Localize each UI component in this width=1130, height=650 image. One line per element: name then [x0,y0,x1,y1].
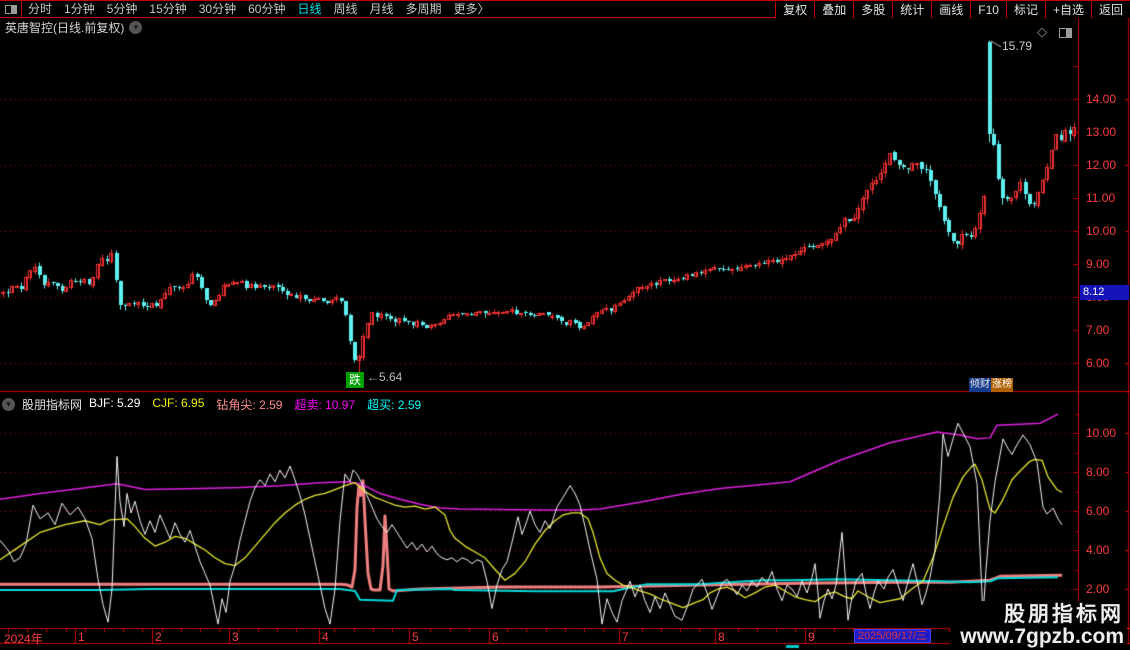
toolbar-right-item-7[interactable]: +自选 [1044,2,1091,18]
last-price-tag: 8.12 [1080,285,1129,301]
toolbar-right-item-5[interactable]: F10 [970,2,1006,18]
indicator-collapse-icon[interactable]: ▾ [2,398,15,411]
period-menu: 分时 1分钟 5分钟 15分钟 30分钟 60分钟 日线 周线 月线 多周期 更多〉 [22,1,496,17]
toolbar-item-9[interactable]: 多周期 [400,1,448,17]
indicator-axis-label: 2.00 [1086,582,1110,596]
toolbar-right-item-4[interactable]: 画线 [931,2,970,18]
toolbar-right-item-0[interactable]: 复权 [775,2,814,18]
last-date-box[interactable]: 2025/09/17/三 [854,629,932,643]
price-axis-label: 11.00 [1086,191,1116,205]
indicator-value-3: 超卖: 10.97 [294,398,356,412]
time-axis-month-label: 7 [622,630,629,644]
time-axis-month-label: 6 [492,630,499,644]
indicator-value-4: 超买: 2.59 [367,398,422,412]
window-layout-button[interactable] [0,1,22,17]
indicator-axis-label: 8.00 [1086,465,1110,479]
watermark: 股朋指标网 www.7gpzb.com [950,601,1126,647]
chart-title-row: 英唐智控(日线.前复权) ▾ [5,19,143,36]
low-price-annotation: ←5.64 [367,370,403,384]
toolbar-item-2[interactable]: 5分钟 [101,1,144,17]
price-axis-label: 7.00 [1086,323,1110,337]
price-axis-label: 12.00 [1086,158,1117,172]
rank-badges[interactable]: 倾财 涨榜 [969,378,1013,392]
indicator-value-0: BJF: 5.29 [89,396,141,410]
indicator-axis-label: 10.00 [1086,426,1117,440]
indicator-value-1: CJF: 6.95 [152,396,205,410]
trading-app-window: { "toolbar": { "items": ["分时", "1分钟", "5… [0,0,1130,650]
toolbar-item-4[interactable]: 30分钟 [193,1,242,17]
time-axis-month-label: 3 [232,630,239,644]
price-axis-label: 9.00 [1086,257,1110,271]
tools-menu: 复权 叠加 多股 统计 画线 F10 标记 +自选 返回 [775,2,1130,18]
indicator-value-2: 钻角尖: 2.59 [216,398,283,412]
toolbar-right-item-1[interactable]: 叠加 [814,2,853,18]
time-axis-year-label: 2024年 [4,632,43,646]
chart-title: 英唐智控(日线.前复权) [5,21,125,35]
time-axis-month-label: 9 [808,630,815,644]
time-axis-month-label: 4 [322,630,329,644]
indicator-header: ▾ 股朋指标网 BJF: 5.29 CJF: 6.95 钻角尖: 2.59 超卖: 1… [2,396,421,413]
window-layout-icon [4,4,17,14]
toolbar-item-3[interactable]: 15分钟 [143,1,192,17]
time-axis-month-label: 1 [78,630,85,644]
price-axis-label: 13.00 [1086,125,1117,139]
rank-badge-right: 涨榜 [991,378,1013,392]
toolbar-right-item-6[interactable]: 标记 [1005,2,1045,18]
rank-badge-left: 倾财 [969,378,991,392]
toolbar-item-6[interactable]: 日线 [291,1,327,17]
watermark-url: www.7gpzb.com [960,625,1124,648]
toolbar-item-10[interactable]: 更多〉 [448,1,496,17]
price-axis-label: 6.00 [1086,356,1110,370]
watermark-site-name: 股朋指标网 [1004,603,1124,626]
diamond-gadget-icon[interactable]: ◇ [1037,25,1047,39]
top-toolbar: 分时 1分钟 5分钟 15分钟 30分钟 60分钟 日线 周线 月线 多周期 更多〉 复权 叠加 多股统… [0,0,1130,18]
indicator-axis-label: 4.00 [1086,543,1110,557]
toolbar-item-7[interactable]: 周线 [327,1,363,17]
toolbar-item-1[interactable]: 1分钟 [58,1,101,17]
toolbar-item-5[interactable]: 60分钟 [242,1,291,17]
toolbar-item-0[interactable]: 分时 [22,1,58,17]
indicator-values: BJF: 5.29 CJF: 6.95 钻角尖: 2.59 超卖: 10.97 超买: … [89,396,421,413]
price-axis-label: 14.00 [1086,92,1117,106]
high-price-annotation: 15.79 [1002,39,1033,53]
time-axis-month-label: 8 [718,630,725,644]
indicator-axis-label: 6.00 [1086,504,1110,518]
indicator-source-label: 股朋指标网 [22,398,83,412]
toolbar-right-item-3[interactable]: 统计 [892,2,931,18]
fall-badge: 跌 [346,372,365,388]
time-axis-month-label: 5 [412,630,419,644]
toolbar-item-8[interactable]: 月线 [364,1,400,17]
time-axis-month-label: 2 [155,630,162,644]
price-axis-label: 10.00 [1086,224,1117,238]
split-window-icon[interactable] [1059,28,1072,38]
title-dropdown-icon[interactable]: ▾ [129,21,143,34]
chart-canvas[interactable] [0,0,1130,650]
toolbar-right-item-2[interactable]: 多股 [853,2,892,18]
toolbar-right-item-8[interactable]: 返回 [1090,2,1130,18]
